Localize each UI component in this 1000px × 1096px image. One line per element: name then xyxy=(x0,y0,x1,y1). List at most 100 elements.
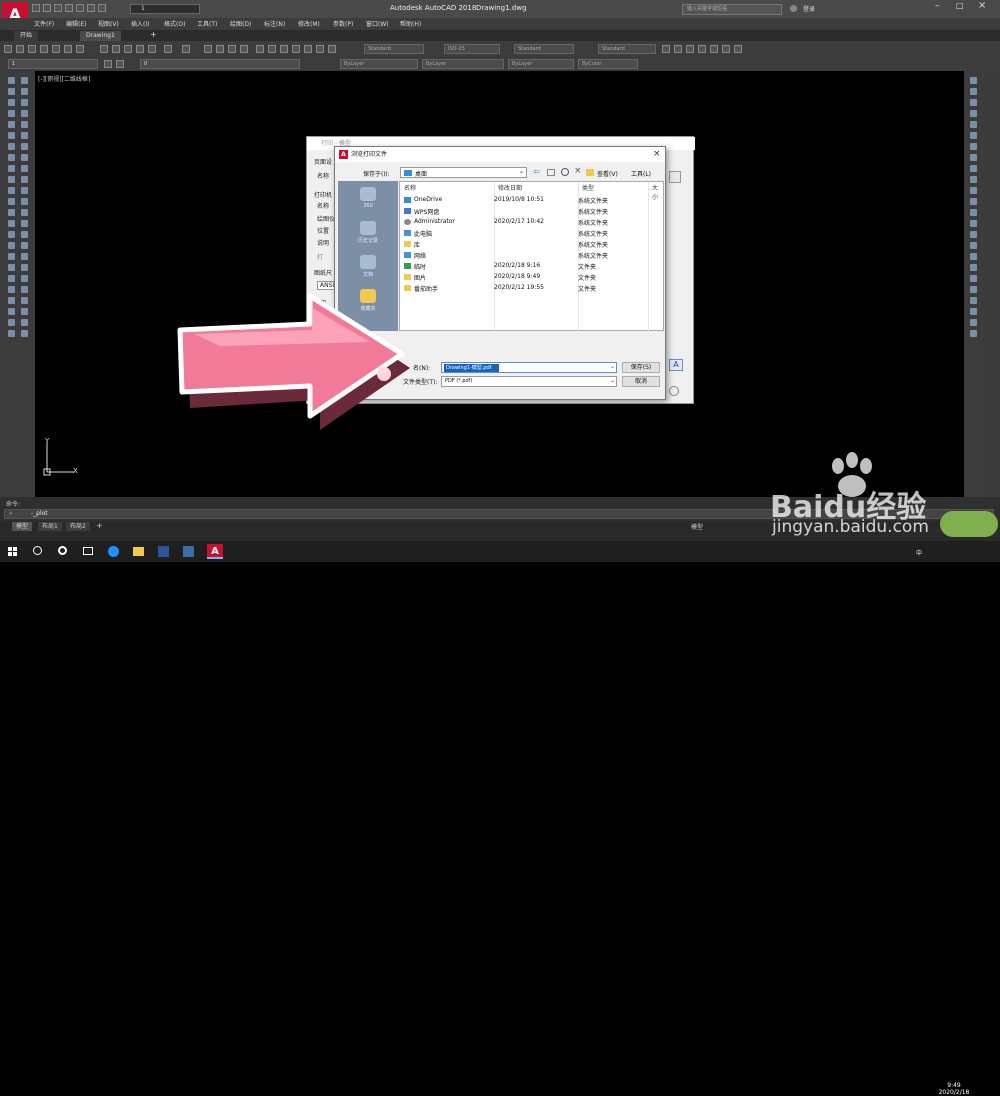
modify-tool-icon[interactable] xyxy=(970,121,977,128)
menu-help[interactable]: 帮助(H) xyxy=(400,19,421,28)
layer-manager-icon[interactable] xyxy=(104,60,112,68)
view-iso-icon[interactable] xyxy=(734,45,742,53)
modify-tool-icon[interactable] xyxy=(970,308,977,315)
sheetset-icon[interactable] xyxy=(292,45,300,53)
modify-tool-icon[interactable] xyxy=(970,319,977,326)
properties-icon[interactable] xyxy=(256,45,264,53)
plotstyle-combo[interactable]: ByColor xyxy=(578,59,638,69)
tab-model[interactable]: 模型 xyxy=(12,522,33,531)
draw-tool-icon[interactable] xyxy=(21,220,28,227)
draw-tool-icon[interactable] xyxy=(8,275,15,282)
modify-tool-icon[interactable] xyxy=(970,242,977,249)
draw-tool-icon[interactable] xyxy=(21,209,28,216)
file-list[interactable]: 名称 修改日期 类型 大小 OneDrive 2019/10/8 10:51 系… xyxy=(399,181,664,332)
qnew-icon[interactable] xyxy=(4,45,12,53)
modify-tool-icon[interactable] xyxy=(970,110,977,117)
save-button[interactable]: 保存(S) xyxy=(622,362,660,373)
list-item[interactable]: 临时 2020/2/18 9:16 文件夹 xyxy=(400,261,664,272)
draw-tool-icon[interactable] xyxy=(8,209,15,216)
modify-tool-icon[interactable] xyxy=(970,297,977,304)
tab-start[interactable]: 开始 xyxy=(14,31,39,41)
draw-tool-icon[interactable] xyxy=(8,110,15,117)
draw-tool-icon[interactable] xyxy=(21,297,28,304)
save-icon[interactable] xyxy=(28,45,36,53)
search-icon[interactable] xyxy=(33,546,42,555)
linetype-combo[interactable]: ByLayer xyxy=(422,59,504,69)
app-icon[interactable] xyxy=(158,546,169,557)
modify-tool-icon[interactable] xyxy=(970,88,977,95)
draw-tool-icon[interactable] xyxy=(8,231,15,238)
place-documents[interactable]: 文档 xyxy=(346,255,390,278)
markup-icon[interactable] xyxy=(304,45,312,53)
modify-tool-icon[interactable] xyxy=(970,176,977,183)
search-web-icon[interactable] xyxy=(561,168,569,176)
draw-tool-icon[interactable] xyxy=(8,143,15,150)
list-item[interactable]: Administrator 2020/2/17 10:42 系统文件夹 xyxy=(400,217,664,228)
draw-tool-icon[interactable] xyxy=(8,77,15,84)
draw-tool-icon[interactable] xyxy=(21,110,28,117)
add-layout-button[interactable]: + xyxy=(96,521,103,530)
color-combo[interactable]: ByLayer xyxy=(340,59,418,69)
plot-icon[interactable] xyxy=(40,45,48,53)
draw-tool-icon[interactable] xyxy=(21,330,28,337)
draw-tool-icon[interactable] xyxy=(8,330,15,337)
modify-tool-icon[interactable] xyxy=(970,286,977,293)
layer-combo[interactable]: 0 xyxy=(140,59,300,69)
draw-tool-icon[interactable] xyxy=(8,253,15,260)
calculator-icon[interactable] xyxy=(316,45,324,53)
draw-tool-icon[interactable] xyxy=(8,286,15,293)
modify-tool-icon[interactable] xyxy=(970,77,977,84)
modify-tool-icon[interactable] xyxy=(970,209,977,216)
autocad-small-icon[interactable]: A xyxy=(669,359,683,371)
matchprop-icon[interactable] xyxy=(136,45,144,53)
draw-tool-icon[interactable] xyxy=(21,319,28,326)
look-in-combo[interactable]: 桌面 ⌄ xyxy=(400,167,527,178)
draw-tool-icon[interactable] xyxy=(21,275,28,282)
zoom-previous-icon[interactable] xyxy=(240,45,248,53)
designcenter-icon[interactable] xyxy=(268,45,276,53)
text-style-combo[interactable]: Standard xyxy=(364,44,424,54)
modify-tool-icon[interactable] xyxy=(970,275,977,282)
new-tab-button[interactable]: + xyxy=(150,30,157,39)
draw-tool-icon[interactable] xyxy=(8,297,15,304)
undo-icon[interactable] xyxy=(87,4,95,12)
saveas-icon[interactable] xyxy=(65,4,73,12)
redo-icon[interactable] xyxy=(182,45,190,53)
menu-modify[interactable]: 修改(M) xyxy=(298,19,320,28)
list-item[interactable]: 番茄助手 2020/2/12 19:55 文件夹 xyxy=(400,283,664,294)
paste-icon[interactable] xyxy=(124,45,132,53)
toolpalettes-icon[interactable] xyxy=(280,45,288,53)
print-icon[interactable] xyxy=(76,4,84,12)
modify-tool-icon[interactable] xyxy=(970,220,977,227)
draw-tool-icon[interactable] xyxy=(8,99,15,106)
delete-icon[interactable]: × xyxy=(574,166,582,176)
view-front-icon[interactable] xyxy=(710,45,718,53)
mleader-style-combo[interactable]: Standard xyxy=(598,44,656,54)
layer-previous-icon[interactable] xyxy=(116,60,124,68)
draw-tool-icon[interactable] xyxy=(8,220,15,227)
draw-tool-icon[interactable] xyxy=(8,176,15,183)
modify-tool-icon[interactable] xyxy=(970,264,977,271)
viewport-controls[interactable]: [-][俯视][二维线框] xyxy=(38,74,90,83)
copy-icon[interactable] xyxy=(112,45,120,53)
menu-insert[interactable]: 插入(I) xyxy=(131,19,149,28)
draw-tool-icon[interactable] xyxy=(21,165,28,172)
menu-file[interactable]: 文件(F) xyxy=(34,19,54,28)
network-speed-widget[interactable] xyxy=(940,511,998,537)
pan-icon[interactable] xyxy=(204,45,212,53)
blockeditor-icon[interactable] xyxy=(148,45,156,53)
view-bottom-icon[interactable] xyxy=(674,45,682,53)
modify-tool-icon[interactable] xyxy=(970,330,977,337)
clock[interactable]: 9:49 2020/2/18 xyxy=(936,1082,972,1096)
menu-parameter[interactable]: 参数(P) xyxy=(333,19,353,28)
draw-tool-icon[interactable] xyxy=(21,88,28,95)
list-item[interactable]: 图片 2020/2/18 9:49 文件夹 xyxy=(400,272,664,283)
modify-tool-icon[interactable] xyxy=(970,99,977,106)
draw-tool-icon[interactable] xyxy=(8,165,15,172)
list-item[interactable]: OneDrive 2019/10/8 10:51 系统文件夹 xyxy=(400,195,664,206)
autocad-taskbar-icon[interactable]: A xyxy=(207,544,223,559)
open-icon[interactable] xyxy=(16,45,24,53)
save-icon[interactable] xyxy=(54,4,62,12)
login-button[interactable]: 登录 xyxy=(803,4,815,13)
3dprint-icon[interactable] xyxy=(76,45,84,53)
